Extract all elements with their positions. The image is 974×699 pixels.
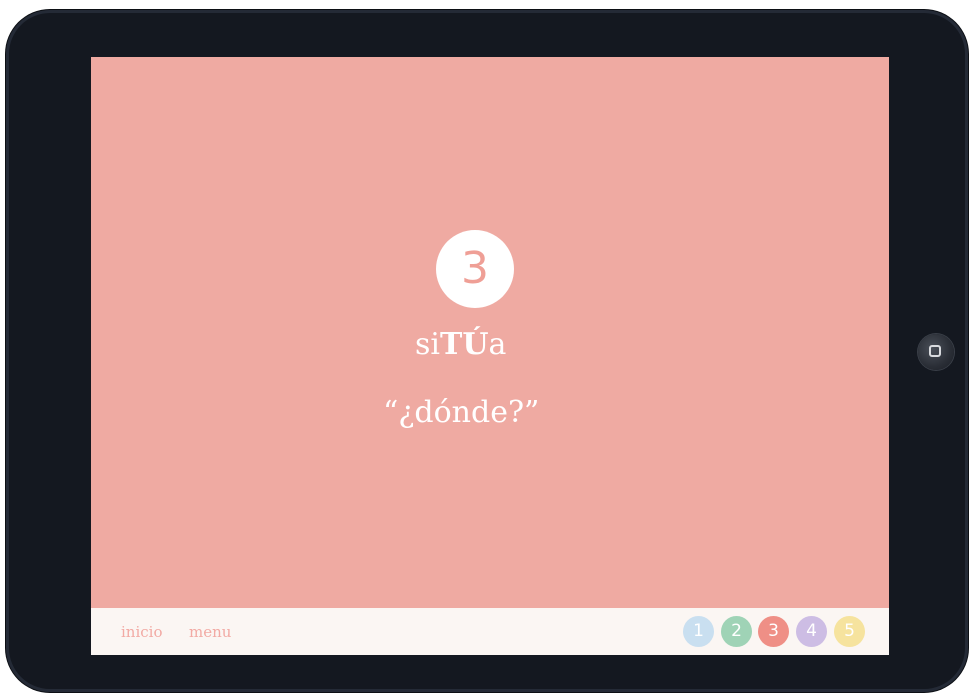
title-suffix: a [488,327,507,362]
section-pager: 1 2 3 4 5 [683,616,883,648]
menu-link[interactable]: menu [189,622,231,642]
bottom-nav-bar: inicio menu 1 2 3 4 5 [91,608,889,655]
title-prefix: si [415,327,440,362]
page-dot-1[interactable]: 1 [683,616,714,647]
slide-subtitle: “¿dónde?” [383,395,540,430]
home-button[interactable] [918,334,954,370]
page-dot-5[interactable]: 5 [834,616,865,647]
page-dot-3[interactable]: 3 [758,616,789,647]
page-dot-4[interactable]: 4 [796,616,827,647]
page-dot-2[interactable]: 2 [721,616,752,647]
inicio-link[interactable]: inicio [121,622,162,642]
slide-content: 3 siTÚa “¿dónde?” [91,57,889,608]
section-number-badge: 3 [436,230,514,308]
app-screen: 3 siTÚa “¿dónde?” inicio menu 1 2 3 4 5 [91,57,889,655]
title-emphasis: TÚ [440,327,489,362]
slide-title: siTÚa [415,325,506,365]
